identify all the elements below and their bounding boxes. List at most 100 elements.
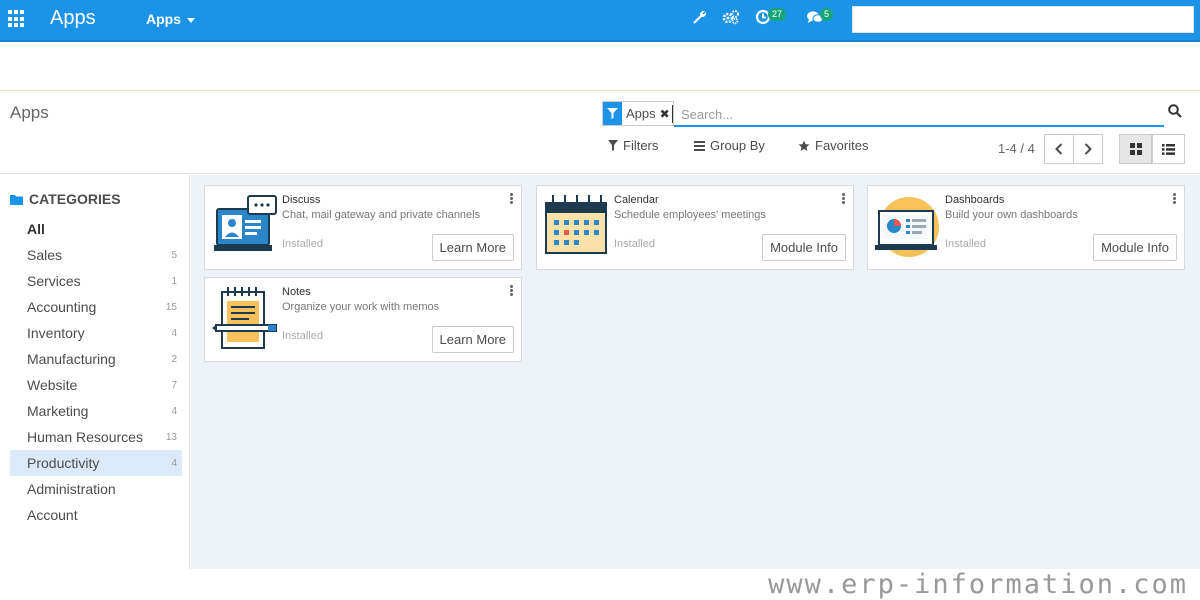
folder-icon bbox=[10, 194, 23, 205]
module-info-button[interactable]: Module Info bbox=[762, 234, 846, 261]
learn-more-button[interactable]: Learn More bbox=[431, 234, 514, 261]
kanban-view-button[interactable] bbox=[1119, 134, 1152, 164]
top-navbar: Apps Apps 27 5 bbox=[0, 0, 1200, 42]
watermark-text: www.erp-information.com bbox=[768, 569, 1188, 600]
category-count: 7 bbox=[171, 379, 177, 391]
kebab-menu-icon[interactable] bbox=[842, 193, 846, 205]
category-count: 4 bbox=[171, 405, 177, 417]
app-card-notes[interactable]: Notes Organize your work with memos Inst… bbox=[204, 277, 522, 362]
category-item-accounting[interactable]: Accounting 15 bbox=[10, 294, 182, 320]
app-grid-icon[interactable] bbox=[8, 10, 26, 28]
caret-down-icon bbox=[187, 17, 195, 23]
category-count: 1 bbox=[171, 275, 177, 287]
notes-icon bbox=[212, 285, 278, 351]
app-card-description: Schedule employees' meetings bbox=[614, 209, 766, 221]
category-label: Account bbox=[27, 507, 78, 523]
bars-icon bbox=[694, 140, 705, 151]
debug-gears-icon[interactable] bbox=[722, 9, 740, 30]
filters-label: Filters bbox=[623, 138, 659, 153]
category-label: Website bbox=[27, 377, 78, 393]
star-icon bbox=[798, 140, 810, 151]
top-search-field[interactable] bbox=[852, 6, 1194, 33]
filter-facet-icon bbox=[603, 102, 622, 125]
favorites-label: Favorites bbox=[815, 138, 869, 153]
category-item-services[interactable]: Services 1 bbox=[10, 268, 182, 294]
list-view-button[interactable] bbox=[1152, 134, 1185, 164]
search-icon[interactable] bbox=[1168, 104, 1182, 123]
pager-value[interactable]: 1-4 / 4 bbox=[998, 141, 1035, 156]
app-card-description: Build your own dashboards bbox=[945, 209, 1078, 221]
filters-button[interactable]: Filters bbox=[608, 138, 658, 153]
category-item-all[interactable]: All bbox=[10, 216, 182, 242]
filter-icon bbox=[608, 140, 618, 151]
app-card-name: Discuss bbox=[282, 194, 321, 206]
category-item-account[interactable]: Account bbox=[10, 502, 182, 528]
discuss-icon bbox=[212, 193, 278, 259]
calendar-icon bbox=[544, 193, 610, 259]
category-count: 2 bbox=[171, 353, 177, 365]
chevron-left-icon bbox=[1055, 143, 1063, 155]
category-item-marketing[interactable]: Marketing 4 bbox=[10, 398, 182, 424]
chevron-right-icon bbox=[1084, 143, 1092, 155]
learn-more-button[interactable]: Learn More bbox=[431, 326, 514, 353]
app-card-calendar[interactable]: Calendar Schedule employees' meetings In… bbox=[536, 185, 854, 270]
category-item-website[interactable]: Website 7 bbox=[10, 372, 182, 398]
search-input[interactable] bbox=[674, 104, 1164, 127]
category-label: Manufacturing bbox=[27, 351, 116, 367]
category-count: 4 bbox=[171, 457, 177, 469]
category-item-human-resources[interactable]: Human Resources 13 bbox=[10, 424, 182, 450]
categories-header: CATEGORIES bbox=[10, 191, 121, 207]
app-card-status: Installed bbox=[282, 238, 323, 250]
group-by-button[interactable]: Group By bbox=[694, 138, 765, 153]
category-item-sales[interactable]: Sales 5 bbox=[10, 242, 182, 268]
favorites-button[interactable]: Favorites bbox=[798, 138, 868, 153]
list-icon bbox=[1162, 143, 1175, 155]
category-label: Productivity bbox=[27, 455, 100, 471]
module-info-button[interactable]: Module Info bbox=[1093, 234, 1177, 261]
category-item-inventory[interactable]: Inventory 4 bbox=[10, 320, 182, 346]
category-item-manufacturing[interactable]: Manufacturing 2 bbox=[10, 346, 182, 372]
control-panel: Apps Apps ✖ Filters Group By Favorites 1… bbox=[0, 92, 1200, 174]
app-card-name: Notes bbox=[282, 286, 311, 298]
kebab-menu-icon[interactable] bbox=[510, 193, 514, 205]
category-label: Sales bbox=[27, 247, 63, 263]
kanban-area: Discuss Chat, mail gateway and private c… bbox=[191, 175, 1200, 569]
kebab-menu-icon[interactable] bbox=[1173, 193, 1177, 205]
text-cursor bbox=[672, 105, 673, 123]
facet-remove-icon[interactable]: ✖ bbox=[660, 107, 673, 121]
app-card-name: Calendar bbox=[614, 194, 659, 206]
category-label: Services bbox=[27, 273, 81, 289]
category-list: All Sales 5 Services 1 Accounting 15 Invent… bbox=[10, 216, 182, 528]
category-label: Administration bbox=[27, 481, 116, 497]
apps-menu[interactable]: Apps bbox=[146, 11, 195, 27]
app-card-description: Organize your work with memos bbox=[282, 301, 440, 313]
facet-value: Apps bbox=[626, 106, 656, 121]
category-label: All bbox=[27, 221, 45, 237]
grid-icon bbox=[1129, 143, 1142, 155]
kebab-menu-icon[interactable] bbox=[510, 285, 514, 297]
category-item-productivity[interactable]: Productivity 4 bbox=[10, 450, 182, 476]
pager-next-button[interactable] bbox=[1073, 134, 1103, 164]
category-count: 15 bbox=[165, 301, 177, 313]
app-card-status: Installed bbox=[614, 238, 655, 250]
pager-previous-button[interactable] bbox=[1044, 134, 1074, 164]
category-label: Inventory bbox=[27, 325, 85, 341]
categories-header-label: CATEGORIES bbox=[29, 191, 121, 207]
app-card-name: Dashboards bbox=[945, 194, 1005, 206]
app-card-discuss[interactable]: Discuss Chat, mail gateway and private c… bbox=[204, 185, 522, 270]
activity-badge: 27 bbox=[768, 8, 787, 21]
category-count: 4 bbox=[171, 327, 177, 339]
category-count: 5 bbox=[171, 249, 177, 261]
category-item-administration[interactable]: Administration bbox=[10, 476, 182, 502]
category-label: Marketing bbox=[27, 403, 89, 419]
app-card-description: Chat, mail gateway and private channels bbox=[282, 209, 481, 221]
app-card-status: Installed bbox=[282, 330, 323, 342]
messages-badge: 5 bbox=[820, 8, 834, 21]
category-count: 13 bbox=[165, 431, 177, 443]
notice-strip bbox=[0, 44, 1200, 91]
wrench-icon[interactable] bbox=[692, 9, 708, 30]
apps-menu-label: Apps bbox=[146, 11, 181, 27]
dashboards-icon bbox=[875, 193, 941, 259]
group-by-label: Group By bbox=[710, 138, 765, 153]
app-card-dashboards[interactable]: Dashboards Build your own dashboards Ins… bbox=[867, 185, 1185, 270]
